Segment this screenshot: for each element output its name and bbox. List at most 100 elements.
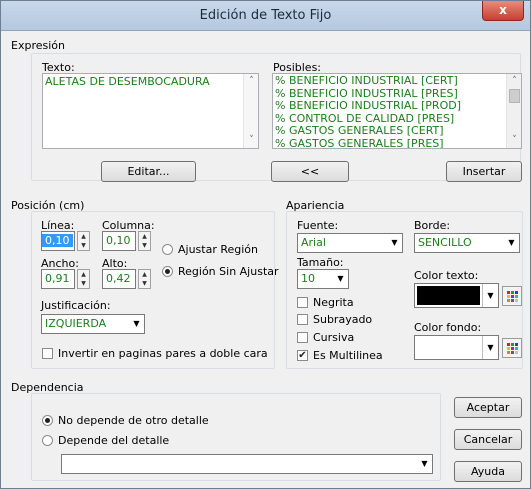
insertar-button[interactable]: Insertar <box>446 161 522 182</box>
palette-cell <box>515 295 518 298</box>
scroll-down-icon[interactable]: ˅ <box>244 133 258 148</box>
palette-cell <box>511 295 514 298</box>
chevron-down-icon[interactable]: ▼ <box>332 270 348 288</box>
fuente-label: Fuente: <box>297 219 339 232</box>
chevron-down-icon[interactable]: ▼ <box>482 336 498 359</box>
negrita-checkbox[interactable] <box>297 297 308 308</box>
color-texto-select[interactable]: ▼ <box>414 283 499 308</box>
cursiva-label[interactable]: Cursiva <box>313 331 354 344</box>
color-texto-label: Color texto: <box>414 269 479 282</box>
spin-down-icon[interactable]: ▼ <box>139 241 150 250</box>
spin-down-icon[interactable]: ▼ <box>78 279 89 288</box>
spin-down-icon[interactable]: ▼ <box>78 241 89 250</box>
spin-up-icon[interactable]: ▲ <box>78 232 89 241</box>
linea-stepper[interactable]: ▲ ▼ <box>77 231 90 251</box>
depende-radio[interactable] <box>42 435 53 446</box>
chevron-down-icon[interactable]: ▼ <box>128 315 144 333</box>
texto-value: ALETAS DE DESEMBOCADURA <box>45 75 210 88</box>
list-item[interactable]: % BENEFICIO INDUSTRIAL [CERT] <box>273 74 521 88</box>
color-fondo-swatch <box>417 338 480 357</box>
spin-up-icon[interactable]: ▲ <box>78 270 89 279</box>
linea-input[interactable]: 0,10 <box>41 231 75 251</box>
chevron-down-icon[interactable]: ▼ <box>503 234 519 252</box>
posibles-list[interactable]: % BENEFICIO INDUSTRIAL [CERT] % BENEFICI… <box>272 73 522 149</box>
negrita-label[interactable]: Negrita <box>313 296 354 309</box>
detalle-select[interactable]: ▼ <box>61 454 433 474</box>
subrayado-checkbox[interactable] <box>297 314 308 325</box>
multilinea-checkbox[interactable]: ✔ <box>297 350 308 361</box>
back-button[interactable]: << <box>271 161 349 182</box>
palette-cell <box>515 299 518 302</box>
no-depende-radio[interactable] <box>42 415 53 426</box>
tamano-label: Tamaño: <box>297 256 344 269</box>
scroll-down-icon[interactable]: ˅ <box>507 133 521 148</box>
columna-input[interactable]: 0,10 <box>102 231 136 251</box>
invertir-checkbox[interactable] <box>42 348 53 359</box>
palette-cell <box>507 295 510 298</box>
dialog-window: Edición de Texto Fijo x Expresión Texto:… <box>0 0 531 489</box>
palette-cell <box>515 343 518 346</box>
cursiva-checkbox[interactable] <box>297 332 308 343</box>
ayuda-button[interactable]: Ayuda <box>454 461 522 482</box>
chevron-down-icon[interactable]: ▼ <box>386 234 402 252</box>
spin-down-icon[interactable]: ▼ <box>139 279 150 288</box>
list-item[interactable]: % GASTOS GENERALES [CERT] <box>273 124 521 138</box>
scroll-thumb[interactable] <box>509 89 520 103</box>
color-fondo-select[interactable]: ▼ <box>414 335 499 360</box>
texto-scrollbar[interactable]: ˄ ˅ <box>243 74 258 148</box>
chevron-down-icon[interactable]: ▼ <box>416 455 432 473</box>
alto-stepper[interactable]: ▲ ▼ <box>138 269 151 289</box>
color-fondo-label: Color fondo: <box>414 321 482 334</box>
region-sin-ajustar-radio[interactable] <box>162 266 173 277</box>
alto-input[interactable]: 0,42 <box>102 269 136 289</box>
borde-select[interactable]: SENCILLO ▼ <box>414 233 520 253</box>
spin-up-icon[interactable]: ▲ <box>139 270 150 279</box>
palette-cell <box>515 351 518 354</box>
ancho-stepper[interactable]: ▲ ▼ <box>77 269 90 289</box>
tamano-select[interactable]: 10 ▼ <box>297 269 349 289</box>
spin-up-icon[interactable]: ▲ <box>139 232 150 241</box>
chevron-down-icon[interactable]: ▼ <box>482 284 498 307</box>
window-title: Edición de Texto Fijo <box>199 8 332 23</box>
close-button[interactable]: x <box>482 1 524 21</box>
depende-label[interactable]: Depende del detalle <box>58 434 169 447</box>
palette-cell <box>515 347 518 350</box>
color-texto-swatch <box>417 286 480 305</box>
cancelar-button[interactable]: Cancelar <box>454 429 522 450</box>
texto-textarea[interactable]: ALETAS DE DESEMBOCADURA ˄ ˅ <box>42 73 259 149</box>
palette-cell <box>507 299 510 302</box>
list-item[interactable]: % BENEFICIO INDUSTRIAL [PROD] <box>273 99 521 113</box>
palette-cell <box>507 291 510 294</box>
title-bar[interactable]: Edición de Texto Fijo x <box>1 1 530 31</box>
linea-value: 0,10 <box>42 234 73 247</box>
fuente-select[interactable]: Arial ▼ <box>297 233 403 253</box>
justificacion-select[interactable]: IZQUIERDA ▼ <box>41 314 145 334</box>
fuente-value: Arial <box>301 236 326 249</box>
aceptar-button[interactable]: Aceptar <box>454 397 522 418</box>
palette-texto-icon[interactable] <box>502 286 522 306</box>
palette-cell <box>511 299 514 302</box>
invertir-label[interactable]: Invertir en paginas pares a doble cara <box>58 347 268 360</box>
palette-cell <box>511 351 514 354</box>
region-sin-ajustar-label[interactable]: Región Sin Ajustar <box>178 265 279 278</box>
borde-label: Borde: <box>414 219 451 232</box>
palette-fondo-icon[interactable] <box>502 338 522 358</box>
palette-cell <box>511 291 514 294</box>
ancho-input[interactable]: 0,91 <box>41 269 75 289</box>
columna-stepper[interactable]: ▲ ▼ <box>138 231 151 251</box>
multilinea-label[interactable]: Es Multilinea <box>313 349 383 362</box>
palette-cell <box>507 347 510 350</box>
no-depende-label[interactable]: No depende de otro detalle <box>58 414 209 427</box>
palette-cell <box>507 343 510 346</box>
posibles-scrollbar[interactable]: ˄ ˅ <box>506 74 521 148</box>
borde-value: SENCILLO <box>418 236 472 249</box>
ajustar-region-label[interactable]: Ajustar Región <box>178 243 258 256</box>
scroll-up-icon[interactable]: ˄ <box>244 74 258 89</box>
list-item[interactable]: % GASTOS GENERALES [PRES] <box>273 137 521 148</box>
editar-button[interactable]: Editar... <box>101 161 196 182</box>
subrayado-label[interactable]: Subrayado <box>313 313 372 326</box>
scroll-up-icon[interactable]: ˄ <box>507 74 521 89</box>
ajustar-region-radio[interactable] <box>162 244 173 255</box>
tamano-value: 10 <box>301 272 315 285</box>
palette-cell <box>511 347 514 350</box>
